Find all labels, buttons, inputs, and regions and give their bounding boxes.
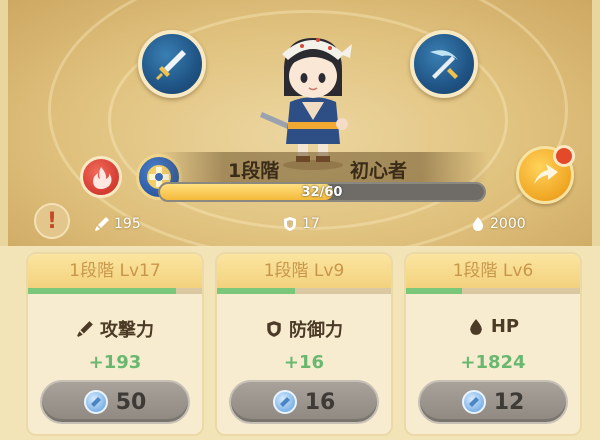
card-bonus: +16: [283, 352, 325, 373]
card-stat-label: HP: [406, 316, 580, 337]
rank-banner: 1段階 初心者: [158, 152, 488, 182]
card-stat-name: 攻撃力: [100, 320, 154, 341]
card-bonus: +1824: [460, 352, 526, 373]
weapon-skill-orb-2[interactable]: [410, 30, 478, 98]
upgrade-cost: 16: [304, 389, 336, 415]
upgrade-cost: 12: [493, 389, 525, 415]
upgrade-cost: 50: [115, 389, 147, 415]
card-stat-label: 防御力: [217, 316, 391, 342]
upgrade-attack-button[interactable]: 50: [40, 380, 190, 424]
fire-icon: [93, 167, 112, 189]
card-stat-name: 防御力: [289, 320, 343, 341]
upgrade-card-attack: 1段階 Lv17 攻撃力 +193 50: [26, 252, 204, 436]
coin-icon: [461, 390, 486, 414]
stat-attack: 195: [94, 216, 141, 232]
card-progress-fill: [406, 288, 462, 294]
upgrade-hp-button[interactable]: 12: [418, 380, 568, 424]
axe-icon: [430, 50, 458, 79]
upgrade-card-defense: 1段階 Lv9 防御力 +16 16: [215, 252, 393, 436]
hero-panel: 1段階 初心者 32/60 ! 195 17 2000: [0, 0, 600, 246]
upgrade-card-hp: 1段階 Lv6 HP +1824 12: [404, 252, 582, 436]
card-progress: [28, 288, 202, 294]
card-progress-fill: [28, 288, 176, 294]
coin-icon: [272, 390, 297, 414]
drop-icon: [470, 318, 482, 335]
stat-defense-value: 17: [302, 216, 320, 232]
element-fire-badge[interactable]: [80, 156, 122, 198]
card-level: 1段階 Lv6: [406, 254, 580, 288]
sword-icon: [156, 50, 186, 80]
exp-text: 32/60: [301, 185, 343, 200]
character-sprite: [260, 38, 352, 170]
card-progress: [406, 288, 580, 294]
shield-icon: [267, 321, 281, 337]
rank-title: 初心者: [350, 160, 408, 182]
card-level: 1段階 Lv17: [28, 254, 202, 288]
rank-tier: 1段階: [228, 160, 280, 182]
stat-attack-value: 195: [114, 216, 141, 232]
card-bonus: +193: [88, 352, 142, 373]
upgrade-defense-button[interactable]: 16: [229, 380, 379, 424]
card-stat-name: HP: [490, 316, 520, 337]
notification-dot: [553, 145, 575, 167]
sword-icon: [77, 321, 93, 337]
exclamation-icon: !: [46, 208, 58, 234]
stat-hp-value: 2000: [490, 216, 526, 232]
coin-icon: [83, 390, 108, 414]
card-progress: [217, 288, 391, 294]
sword-icon: [95, 217, 109, 231]
stat-defense: 17: [282, 216, 320, 232]
rank-progress: 1段階 初心者 32/60: [148, 150, 488, 208]
stat-hp: 2000: [470, 216, 526, 232]
card-level: 1段階 Lv9: [217, 254, 391, 288]
weapon-skill-orb[interactable]: [138, 30, 206, 98]
rank-up-button[interactable]: [516, 145, 575, 204]
info-button[interactable]: !: [34, 203, 70, 239]
shield-icon: [284, 217, 296, 231]
exp-bar: 32/60: [158, 182, 486, 202]
card-progress-fill: [217, 288, 296, 294]
card-stat-label: 攻撃力: [28, 316, 202, 342]
drop-icon: [472, 217, 484, 231]
